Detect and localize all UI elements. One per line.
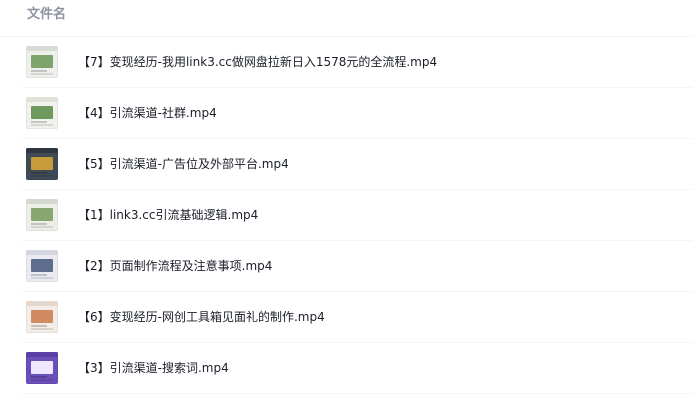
video-thumbnail-icon — [26, 148, 58, 180]
file-name[interactable]: 【2】页面制作流程及注意事项.mp4 — [78, 258, 272, 274]
video-thumbnail-icon — [26, 250, 58, 282]
file-list-page: 文件名 【7】变现经历-我用link3.cc做网盘拉新日入1578元的全流程.m… — [0, 0, 692, 400]
video-thumbnail-icon — [26, 352, 58, 384]
file-row[interactable]: 【3】引流渠道-搜索词.mp4 — [0, 343, 692, 394]
file-name[interactable]: 【7】变现经历-我用link3.cc做网盘拉新日入1578元的全流程.mp4 — [78, 54, 437, 70]
file-row[interactable]: 【7】变现经历-我用link3.cc做网盘拉新日入1578元的全流程.mp4 — [0, 37, 692, 88]
file-row[interactable]: 【1】link3.cc引流基础逻辑.mp4 — [0, 190, 692, 241]
file-name[interactable]: 【4】引流渠道-社群.mp4 — [78, 105, 217, 121]
video-thumbnail-icon — [26, 97, 58, 129]
file-name[interactable]: 【1】link3.cc引流基础逻辑.mp4 — [78, 207, 258, 223]
row-divider — [22, 393, 692, 394]
video-thumbnail-icon — [26, 46, 58, 78]
file-row[interactable]: 【4】引流渠道-社群.mp4 — [0, 88, 692, 139]
file-row[interactable]: 【2】页面制作流程及注意事项.mp4 — [0, 241, 692, 292]
column-header-filename[interactable]: 文件名 — [27, 3, 66, 22]
file-name[interactable]: 【6】变现经历-网创工具箱见面礼的制作.mp4 — [78, 309, 325, 325]
file-row[interactable]: 【5】引流渠道-广告位及外部平台.mp4 — [0, 139, 692, 190]
file-list-header: 文件名 — [0, 0, 692, 37]
file-name[interactable]: 【3】引流渠道-搜索词.mp4 — [78, 360, 229, 376]
video-thumbnail-icon — [26, 301, 58, 333]
file-row[interactable]: 【6】变现经历-网创工具箱见面礼的制作.mp4 — [0, 292, 692, 343]
video-thumbnail-icon — [26, 199, 58, 231]
file-name[interactable]: 【5】引流渠道-广告位及外部平台.mp4 — [78, 156, 289, 172]
file-list: 【7】变现经历-我用link3.cc做网盘拉新日入1578元的全流程.mp4 【… — [0, 37, 692, 394]
